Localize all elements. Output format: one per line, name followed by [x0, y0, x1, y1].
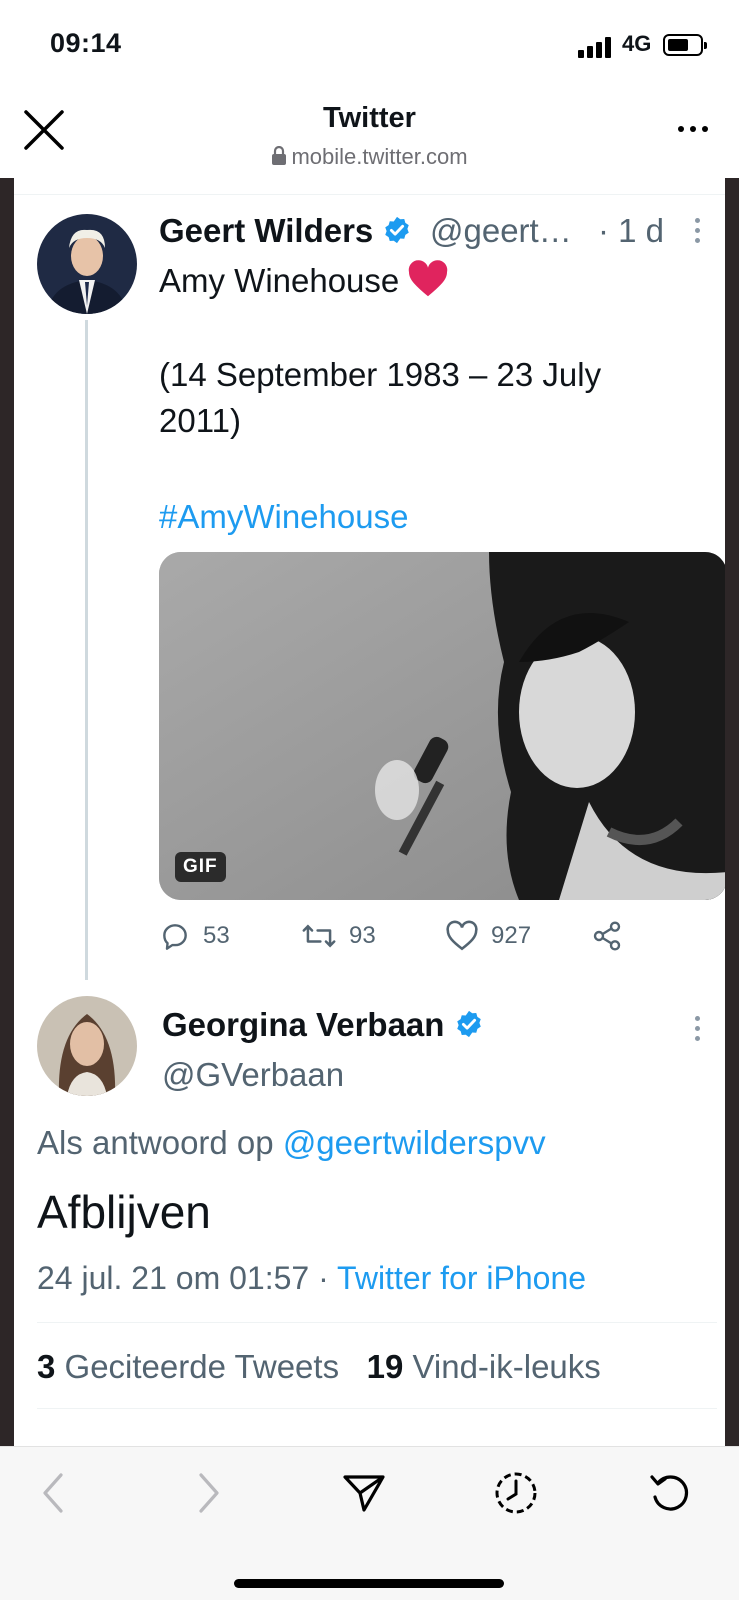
tweet-author-name: Geert Wilders — [159, 212, 374, 249]
reply-timestamp[interactable]: 24 jul. 21 om 01:57 — [37, 1260, 309, 1296]
url-display[interactable]: mobile.twitter.com — [0, 144, 739, 170]
reply-author[interactable]: Georgina Verbaan — [162, 1006, 484, 1044]
likes-stat[interactable]: 19 Vind-ik-leuks — [367, 1348, 601, 1385]
tweet-text-dates: (14 September 1983 – 23 July 2011) — [159, 356, 602, 439]
send-icon — [343, 1475, 385, 1512]
reload-icon — [650, 1475, 689, 1511]
tweet-thread: Geert Wilders @geert… · 1 d Amy Winehous… — [14, 178, 725, 1446]
reply-to-link[interactable]: @geertwilderspvv — [283, 1124, 546, 1161]
send-button[interactable] — [340, 1469, 388, 1517]
divider — [37, 1322, 717, 1323]
forward-button[interactable] — [184, 1469, 232, 1517]
reply-text: Afblijven — [37, 1186, 211, 1238]
retweet-icon — [302, 924, 336, 948]
quote-tweets-stat[interactable]: 3 Geciteerde Tweets — [37, 1348, 339, 1385]
share-button[interactable] — [591, 920, 623, 952]
status-bar: 09:14 4G — [0, 0, 739, 90]
retweet-button[interactable]: 93 — [301, 920, 376, 952]
thread-line — [85, 320, 88, 980]
reply-meta: 24 jul. 21 om 01:57 · Twitter for iPhone — [37, 1260, 586, 1297]
gif-image — [159, 552, 725, 900]
browser-toolbar — [0, 1446, 739, 1600]
red-heart-icon — [409, 260, 448, 297]
divider — [14, 194, 725, 195]
tweet-hashtag-line: #AmyWinehouse — [159, 494, 408, 540]
verified-badge-icon — [456, 1010, 481, 1038]
network-label: 4G — [622, 31, 652, 56]
tweet-text-line: Amy Winehouse — [159, 258, 449, 304]
status-time: 09:14 — [50, 28, 122, 58]
lock-icon — [272, 145, 287, 165]
gif-badge: GIF — [175, 852, 226, 882]
reply-count: 53 — [203, 922, 230, 949]
battery-icon — [663, 34, 707, 56]
tweet-text: Amy Winehouse — [159, 258, 449, 304]
reply-context: Als antwoord op @geertwilderspvv — [37, 1124, 546, 1161]
home-indicator[interactable] — [234, 1579, 504, 1588]
reload-button[interactable] — [646, 1469, 694, 1517]
avatar-georgina-verbaan[interactable] — [37, 996, 137, 1096]
url-text: mobile.twitter.com — [291, 144, 468, 169]
retweet-count: 93 — [349, 922, 376, 949]
forward-icon — [199, 1473, 219, 1513]
reply-author-handle[interactable]: @GVerbaan — [162, 1056, 344, 1094]
reply-stats: 3 Geciteerde Tweets 19 Vind-ik-leuks — [37, 1348, 601, 1386]
tweet-options-icon[interactable] — [694, 218, 700, 246]
tweet-age[interactable]: · 1 d — [598, 212, 664, 250]
web-content: Geert Wilders @geert… · 1 d Amy Winehous… — [0, 178, 739, 1446]
source-link[interactable]: Twitter for iPhone — [337, 1260, 586, 1296]
back-icon — [43, 1473, 63, 1513]
share-icon — [593, 921, 621, 951]
tweet-author[interactable]: Geert Wilders — [159, 212, 412, 250]
verified-badge-icon — [385, 216, 410, 244]
divider — [37, 1408, 717, 1409]
like-count: 927 — [491, 922, 532, 949]
history-icon — [495, 1472, 537, 1514]
reply-button[interactable]: 53 — [159, 920, 230, 952]
page-title: Twitter — [323, 102, 416, 134]
tweet-actions: 53 93 927 — [159, 920, 679, 956]
reply-options-icon[interactable] — [694, 1016, 700, 1044]
back-button[interactable] — [30, 1469, 78, 1517]
avatar-geert-wilders[interactable] — [37, 214, 137, 314]
browser-header: Twitter mobile.twitter.com — [0, 90, 739, 178]
history-button[interactable] — [492, 1469, 540, 1517]
more-menu-icon[interactable] — [678, 126, 712, 136]
hashtag-link[interactable]: #AmyWinehouse — [159, 498, 408, 535]
tweet-author-handle[interactable]: @geert… — [430, 212, 572, 250]
meta-separator: · — [318, 1260, 329, 1296]
like-button[interactable]: 927 — [445, 920, 531, 952]
signal-icon — [578, 36, 614, 58]
like-icon — [446, 920, 478, 951]
reply-icon — [163, 924, 187, 950]
reply-author-name: Georgina Verbaan — [162, 1006, 445, 1043]
tweet-gif-media[interactable]: GIF — [159, 552, 725, 900]
phone-screen: 09:14 4G Twitter mobile.twitter.com Geer… — [0, 0, 739, 1600]
